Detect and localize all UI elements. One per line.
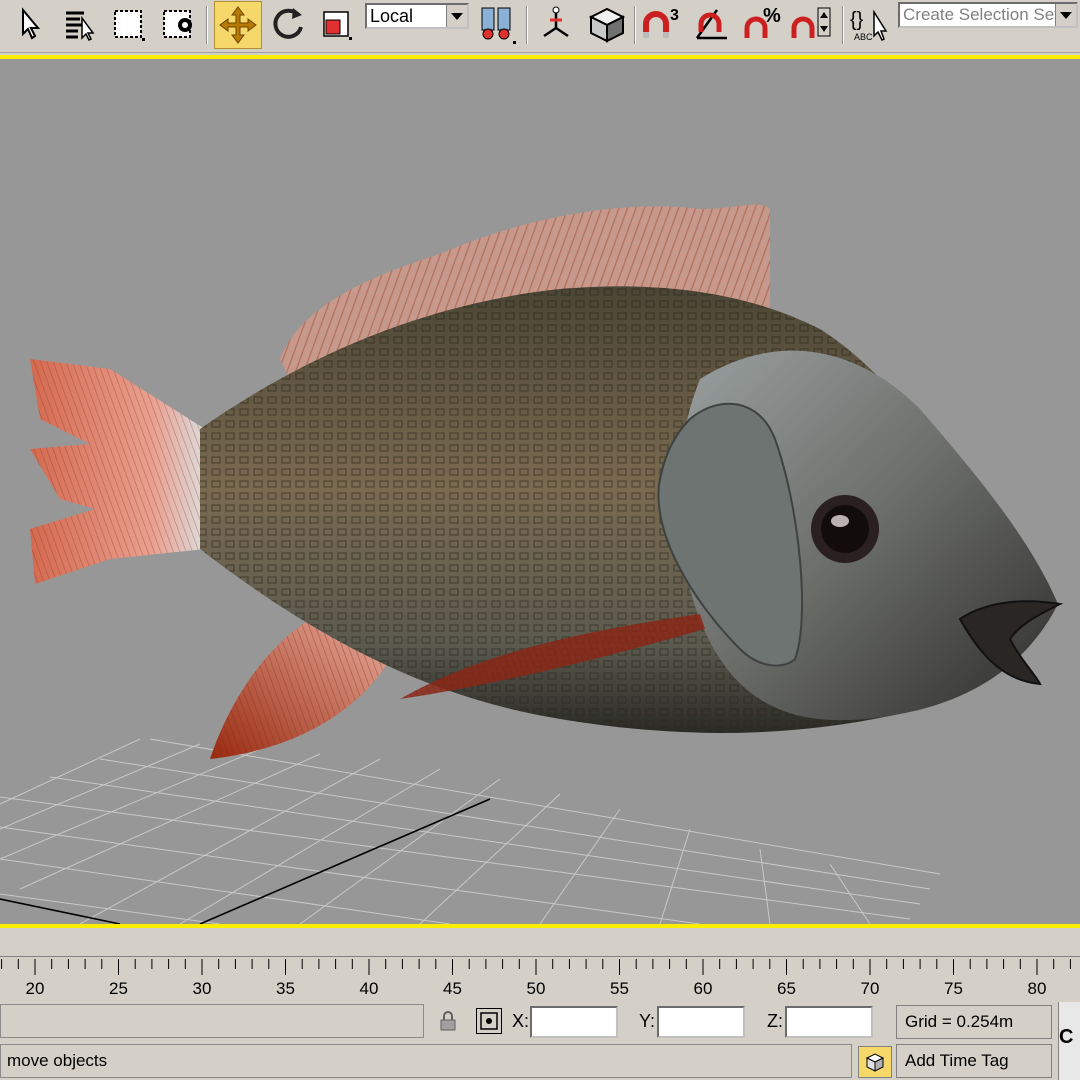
svg-text:{}: {} [850,9,864,31]
select-by-name-button[interactable] [58,2,102,46]
angle-snap-icon [695,9,727,40]
named-selection-sets-dropdown[interactable]: Create Selection Set [898,2,1078,28]
fish-eye [811,495,879,563]
x-coord-label: X: [512,1011,530,1031]
ruler-tick-label: 20 [25,979,45,998]
select-and-rotate-button[interactable] [266,2,310,46]
time-slider-track[interactable]: 20 25 30 35 40 45 50 55 60 65 70 75 80 [0,932,1080,1002]
percent-snap-icon: % [744,5,781,38]
angle-snap-toggle-button[interactable] [690,2,734,46]
add-time-tag-label: Add Time Tag [905,1051,1009,1070]
snaps-toggle-button[interactable]: 3 [640,2,684,46]
ruler-tick-label: 60 [693,979,713,998]
selection-set-placeholder: Create Selection Set [903,5,1059,24]
select-by-name-icon [66,11,95,42]
snap-magnet-3d-icon: 3 [643,7,679,38]
coord-system-value: Local [370,6,414,26]
select-arrow-icon [22,7,41,40]
absolute-transform-icon [480,1012,498,1030]
rect-region-icon [114,10,145,41]
percent-snap-toggle-button[interactable]: % [740,2,784,46]
svg-text:ABC: ABC [854,32,873,42]
auto-key-button-edge[interactable]: C [1058,1002,1080,1080]
spinner-snap-toggle-button[interactable] [790,2,834,46]
rectangular-selection-region-button[interactable] [106,2,150,46]
ruler-tick-label: 40 [359,979,379,998]
use-pivot-point-center-button[interactable] [474,2,518,46]
x-coord-field[interactable] [530,1006,618,1038]
snap-3d-label: 3 [670,7,679,24]
prompt-line: move objects [0,1044,852,1078]
select-and-manipulate-button[interactable] [534,2,578,46]
ruler-tick-label: 55 [610,979,629,998]
grid-size-readout: Grid = 0.254m [896,1005,1052,1039]
ruler-tick-label: 75 [944,979,963,998]
window-crossing-icon [163,10,192,38]
time-tag-cube-icon [865,1053,885,1072]
ruler-tick-label: 70 [860,979,880,998]
ruler-tick-label: 30 [192,979,212,998]
perspective-viewport[interactable] [0,55,1080,928]
window-crossing-button[interactable] [156,2,200,46]
z-coord-field[interactable] [785,1006,873,1038]
chevron-down-icon [1055,4,1076,26]
ruler-tick-label: 25 [109,979,128,998]
ruler-tick-label: 80 [1027,979,1047,998]
named-selection-icon: {}ABC [850,9,888,42]
scale-icon [323,11,352,40]
z-coord-label: Z: [767,1011,783,1031]
select-and-move-button[interactable] [214,1,262,49]
viewport-scene [0,204,1064,924]
grid-size-text: Grid = 0.254m [905,1012,1014,1031]
absolute-mode-transform-toggle[interactable] [476,1008,502,1034]
edit-named-selection-button[interactable]: {} ABC [848,2,892,46]
move-icon [219,6,257,44]
select-object-button[interactable] [8,2,52,46]
manipulate-icon [543,6,569,38]
construction-grid [0,738,941,924]
chevron-down-icon [446,5,467,27]
ruler-tick-label: 35 [276,979,295,998]
lock-icon [440,1011,456,1031]
select-and-scale-button[interactable] [314,2,358,46]
ruler-tick-label: 45 [443,979,462,998]
keyboard-shortcut-override-button[interactable] [584,2,628,46]
reference-coordinate-system-dropdown[interactable]: Local [365,3,469,29]
maxscript-listener-mini[interactable] [0,1004,424,1038]
status-bar: X: Y: Z: Grid = 0.254m C move objects Ad… [0,1002,1080,1080]
y-coord-field[interactable] [657,1006,745,1038]
spinner-snap-icon [791,7,831,38]
ruler-tick-label: 50 [526,979,546,998]
selection-lock-toggle[interactable] [438,1010,460,1032]
prompt-text: move objects [7,1051,108,1070]
grid-axes [0,798,491,924]
main-toolbar: Local 3 % {} ABC Create Selection Set [0,0,1080,53]
auto-key-edge-letter: C [1059,1026,1074,1048]
time-tag-button[interactable] [858,1046,892,1078]
ruler-ticks [1,959,1071,975]
pivot-center-icon [481,7,516,44]
svg-text:%: % [763,5,781,27]
rotate-icon [273,8,303,39]
track-bar-ruler[interactable]: 20 25 30 35 40 45 50 55 60 65 70 75 80 [0,956,1080,999]
y-coord-label: Y: [639,1011,656,1031]
cube-icon [588,7,626,43]
ruler-tick-label: 65 [777,979,796,998]
add-time-tag-button[interactable]: Add Time Tag [896,1044,1052,1078]
